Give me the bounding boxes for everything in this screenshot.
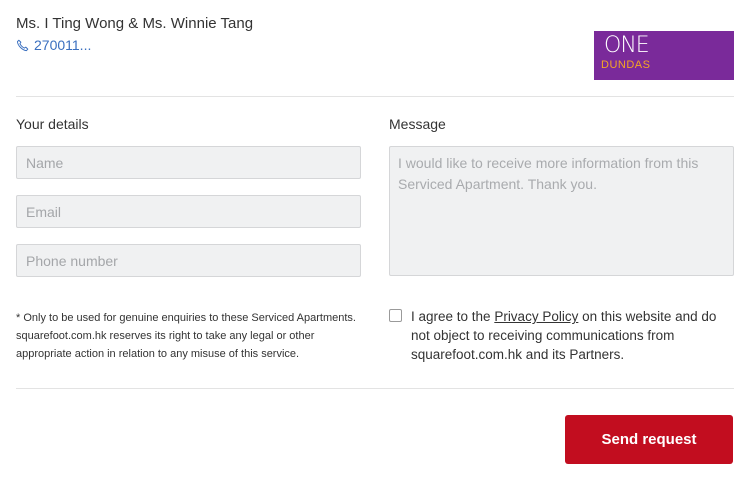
logo-text-dundas: DUNDAS	[601, 59, 651, 71]
top-divider	[16, 96, 734, 97]
bottom-divider	[16, 388, 734, 389]
consent-text: I agree to the Privacy Policy on this we…	[411, 307, 736, 364]
property-logo: ONE DUNDAS	[594, 31, 734, 80]
name-input[interactable]	[16, 146, 361, 179]
agent-name: Ms. I Ting Wong & Ms. Winnie Tang	[16, 15, 254, 32]
logo-text-one: ONE	[604, 33, 650, 58]
phone-number[interactable]: 270011...	[34, 37, 91, 53]
phone-link[interactable]: 270011...	[16, 37, 91, 53]
message-heading: Message	[389, 116, 446, 132]
your-details-heading: Your details	[16, 116, 89, 132]
email-input[interactable]	[16, 195, 361, 228]
message-textarea[interactable]	[389, 146, 734, 276]
consent-checkbox[interactable]	[389, 309, 402, 322]
privacy-policy-link[interactable]: Privacy Policy	[494, 309, 578, 324]
phone-icon	[16, 39, 29, 51]
phone-number-input[interactable]	[16, 244, 361, 277]
send-request-button[interactable]: Send request	[565, 415, 733, 464]
consent-prefix: I agree to the	[411, 309, 495, 324]
disclaimer-text: * Only to be used for genuine enquiries …	[16, 312, 356, 360]
